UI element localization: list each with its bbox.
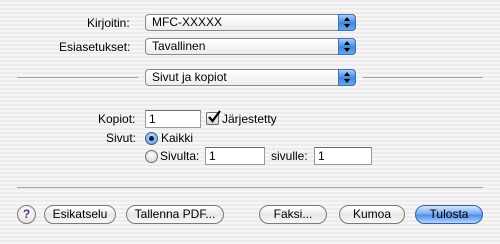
help-icon: ?: [22, 207, 31, 221]
collated-checkbox[interactable]: [206, 110, 221, 125]
panel-popup[interactable]: Sivut ja kopiot: [145, 69, 356, 86]
presets-value: Tavallinen: [152, 39, 206, 53]
cancel-button[interactable]: Kumoa: [339, 205, 405, 224]
presets-popup[interactable]: Tavallinen: [145, 38, 356, 55]
print-button[interactable]: Tulosta: [415, 205, 483, 224]
fax-button[interactable]: Faksi...: [259, 205, 327, 224]
printer-label: Kirjoitin:: [87, 16, 130, 30]
radio-dot: [149, 136, 154, 141]
bottom-separator: [17, 187, 483, 188]
panel-value: Sivut ja kopiot: [152, 70, 227, 84]
to-label: sivulle:: [271, 149, 308, 163]
copies-field[interactable]: 1: [145, 110, 201, 128]
collated-label: Järjestetty: [222, 112, 277, 126]
preview-button[interactable]: Esikatselu: [44, 205, 116, 224]
print-dialog: Kirjoitin: MFC-XXXXX Esiasetukset: Taval…: [0, 0, 500, 244]
save-pdf-button[interactable]: Tallenna PDF...: [126, 205, 224, 224]
page-range-radio[interactable]: [145, 150, 158, 163]
all-pages-radio[interactable]: [145, 132, 158, 145]
checkmark-icon: [208, 110, 221, 123]
all-pages-label: Kaikki: [161, 131, 194, 145]
from-label: Sivulta:: [160, 149, 200, 163]
from-page-field[interactable]: 1: [205, 147, 265, 165]
separator-left: [17, 77, 138, 78]
printer-value: MFC-XXXXX: [152, 15, 223, 29]
copies-label: Kopiot:: [98, 112, 136, 126]
pages-label: Sivut:: [106, 131, 137, 145]
presets-label: Esiasetukset:: [59, 40, 131, 54]
printer-popup[interactable]: MFC-XXXXX: [145, 14, 356, 31]
updown-arrows-icon: [338, 38, 356, 55]
to-page-field[interactable]: 1: [314, 147, 372, 165]
updown-arrows-icon: [338, 69, 356, 86]
help-button[interactable]: ?: [17, 205, 36, 224]
updown-arrows-icon: [338, 14, 356, 31]
separator-right: [363, 77, 483, 78]
